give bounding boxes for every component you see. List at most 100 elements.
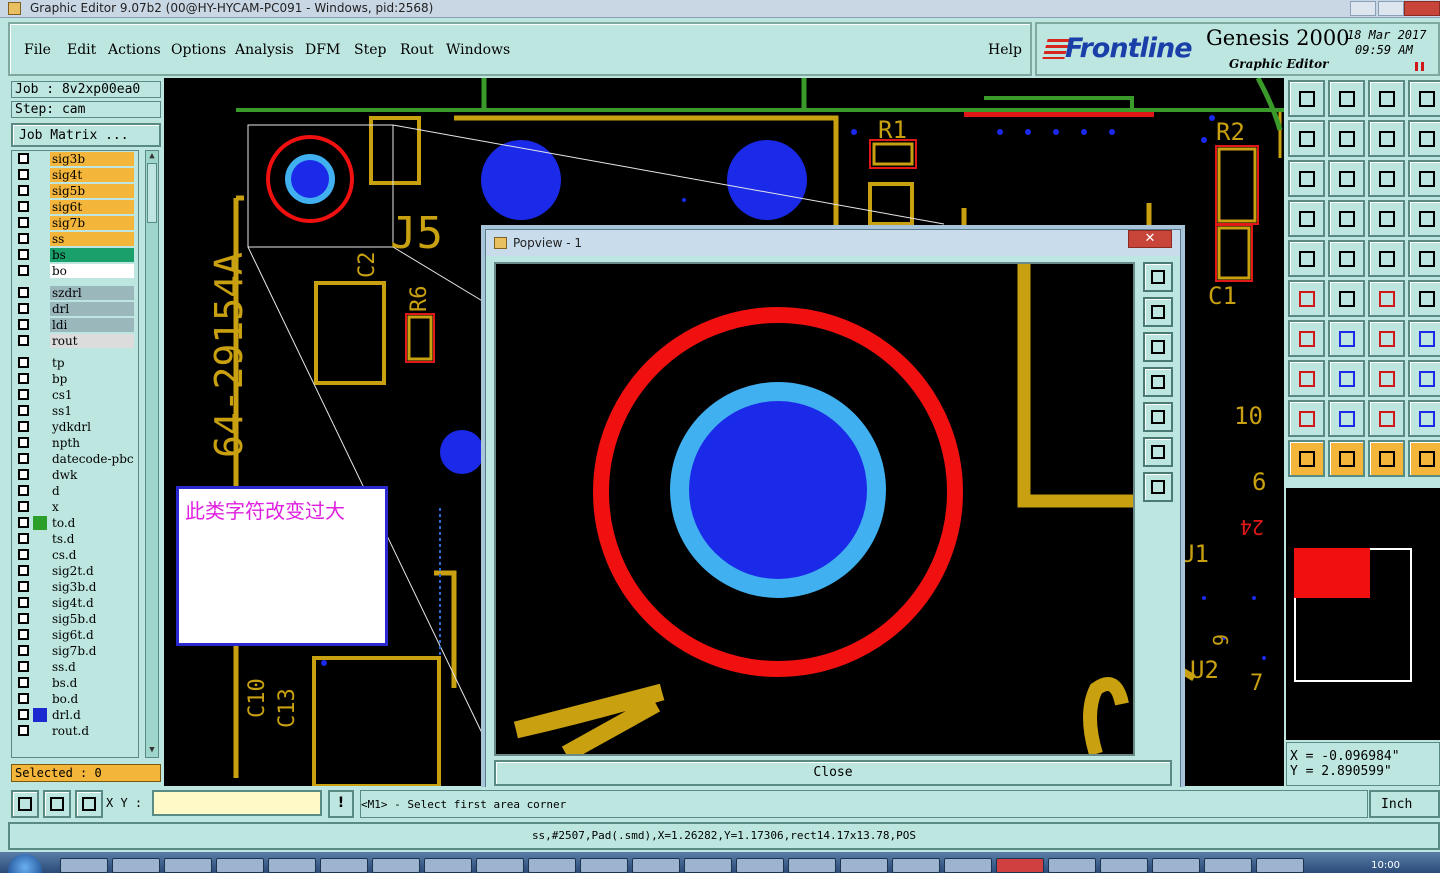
- arch-tool-icon[interactable]: [1368, 400, 1405, 437]
- taskbar-app[interactable]: [632, 858, 680, 873]
- layer-checkbox[interactable]: [18, 501, 29, 512]
- slash-tool-icon[interactable]: [1328, 320, 1365, 357]
- popview-close-icon[interactable]: ✕: [1128, 230, 1172, 248]
- layer-checkbox[interactable]: [18, 453, 29, 464]
- layer-name[interactable]: npth: [50, 436, 134, 450]
- fit-icon-icon[interactable]: [1288, 160, 1325, 197]
- menu-help[interactable]: Help: [988, 42, 1022, 58]
- taskbar-app[interactable]: [788, 858, 836, 873]
- layer-row-bo-d[interactable]: bo.d: [14, 692, 138, 706]
- layer-name[interactable]: ss: [50, 232, 134, 246]
- home-icon[interactable]: [1368, 80, 1405, 117]
- menu-step[interactable]: Step: [354, 42, 386, 58]
- zoom-right-icon[interactable]: [1328, 120, 1365, 157]
- layer-row-sig7b-d[interactable]: sig7b.d: [14, 644, 138, 658]
- ratio-1-2-icon[interactable]: [1368, 160, 1405, 197]
- layer-color-swatch[interactable]: [33, 516, 47, 530]
- layer-name[interactable]: sig6t.d: [50, 628, 134, 642]
- popview-canvas[interactable]: [494, 262, 1135, 756]
- scroll-thumb[interactable]: [147, 163, 157, 223]
- popview-zoom-fit-icon[interactable]: [1143, 262, 1173, 292]
- taskbar-pdf-app[interactable]: [996, 858, 1044, 873]
- menu-file[interactable]: File: [24, 42, 51, 58]
- taskbar-app[interactable]: [476, 858, 524, 873]
- layer-name[interactable]: sig6t: [50, 200, 134, 214]
- taskbar-app[interactable]: [944, 858, 992, 873]
- copy-tool-icon[interactable]: [1288, 360, 1325, 397]
- layer-row-rout-d[interactable]: rout.d: [14, 724, 138, 738]
- layer-checkbox[interactable]: [18, 581, 29, 592]
- layer-checkbox[interactable]: [18, 169, 29, 180]
- popview-pan-up-icon[interactable]: [1143, 297, 1173, 327]
- mirror-icon[interactable]: [1408, 120, 1440, 157]
- menu-analysis[interactable]: Analysis: [235, 42, 294, 58]
- layer-row-ss-d[interactable]: ss.d: [14, 660, 138, 674]
- layer-color-swatch[interactable]: [33, 580, 47, 594]
- layer-name[interactable]: ss.d: [50, 660, 134, 674]
- color-pick-icon[interactable]: [1328, 240, 1365, 277]
- layer-color-swatch[interactable]: [33, 286, 47, 300]
- layer-color-swatch[interactable]: [33, 372, 47, 386]
- layer-name[interactable]: datecode-pbc: [50, 452, 134, 466]
- popview-zoom-in-icon[interactable]: [1143, 437, 1173, 467]
- layer-checkbox[interactable]: [18, 265, 29, 276]
- warning-button[interactable]: !: [328, 790, 354, 818]
- popview-pan-left-icon[interactable]: [1143, 367, 1173, 397]
- flip-tool-icon[interactable]: [1408, 360, 1440, 397]
- layer-color-swatch[interactable]: [33, 532, 47, 546]
- layer-checkbox[interactable]: [18, 319, 29, 330]
- layer-row-bs[interactable]: bs: [14, 248, 138, 262]
- layer-row-sig3b[interactable]: sig3b: [14, 152, 138, 166]
- grid-icon[interactable]: [75, 790, 103, 818]
- layer-color-swatch[interactable]: [33, 404, 47, 418]
- taskbar-app[interactable]: [1100, 858, 1148, 873]
- taskbar-app[interactable]: [216, 858, 264, 873]
- layer-color-swatch[interactable]: [33, 564, 47, 578]
- layer-row-x[interactable]: x: [14, 500, 138, 514]
- layer-name[interactable]: sig7b.d: [50, 644, 134, 658]
- layer-row-ts-d[interactable]: ts.d: [14, 532, 138, 546]
- layer-row-bs-d[interactable]: bs.d: [14, 676, 138, 690]
- layer-row-sig5b-d[interactable]: sig5b.d: [14, 612, 138, 626]
- layer-name[interactable]: sig5b: [50, 184, 134, 198]
- layer-name[interactable]: sig4t.d: [50, 596, 134, 610]
- ruler-icon[interactable]: [1368, 240, 1405, 277]
- layer-name[interactable]: bo.d: [50, 692, 134, 706]
- layer-checkbox[interactable]: [18, 357, 29, 368]
- layer-row-drl[interactable]: drl: [14, 302, 138, 316]
- layer-color-swatch[interactable]: [33, 628, 47, 642]
- layer-color-swatch[interactable]: [33, 200, 47, 214]
- triangle-tool-icon[interactable]: [1288, 400, 1325, 437]
- overview-view-rect[interactable]: [1294, 548, 1370, 598]
- taskbar-app[interactable]: [164, 858, 212, 873]
- layer-row-npth[interactable]: npth: [14, 436, 138, 450]
- layer-color-swatch[interactable]: [33, 660, 47, 674]
- point-icon[interactable]: [1408, 240, 1440, 277]
- help-icon[interactable]: [1408, 160, 1440, 197]
- layer-name[interactable]: bs: [50, 248, 134, 262]
- overview-panel[interactable]: [1286, 488, 1440, 740]
- layer-name[interactable]: drl.d: [50, 708, 134, 722]
- layer-color-swatch[interactable]: [33, 708, 47, 722]
- poly-tool-icon[interactable]: [1408, 400, 1440, 437]
- taskbar-app[interactable]: [1152, 858, 1200, 873]
- layer-color-swatch[interactable]: [33, 232, 47, 246]
- menu-dfm[interactable]: DFM: [305, 42, 340, 58]
- minimize-button[interactable]: [1350, 1, 1376, 16]
- layer-name[interactable]: cs.d: [50, 548, 134, 562]
- component-1-icon[interactable]: [1368, 200, 1405, 237]
- layer-checkbox[interactable]: [18, 677, 29, 688]
- layer-row-to-d[interactable]: to.d: [14, 516, 138, 530]
- layer-checkbox[interactable]: [18, 661, 29, 672]
- layer-color-swatch[interactable]: [33, 356, 47, 370]
- taskbar-app[interactable]: [684, 858, 732, 873]
- layer-color-swatch[interactable]: [33, 612, 47, 626]
- layer-checkbox[interactable]: [18, 709, 29, 720]
- add-pad-icon[interactable]: [1288, 280, 1325, 317]
- layer-name[interactable]: tp: [50, 356, 134, 370]
- draw-layer-icon[interactable]: [1288, 200, 1325, 237]
- layer-name[interactable]: to.d: [50, 516, 134, 530]
- undo-icon[interactable]: [1288, 80, 1325, 117]
- layer-row-sig6t[interactable]: sig6t: [14, 200, 138, 214]
- layer-color-swatch[interactable]: [33, 248, 47, 262]
